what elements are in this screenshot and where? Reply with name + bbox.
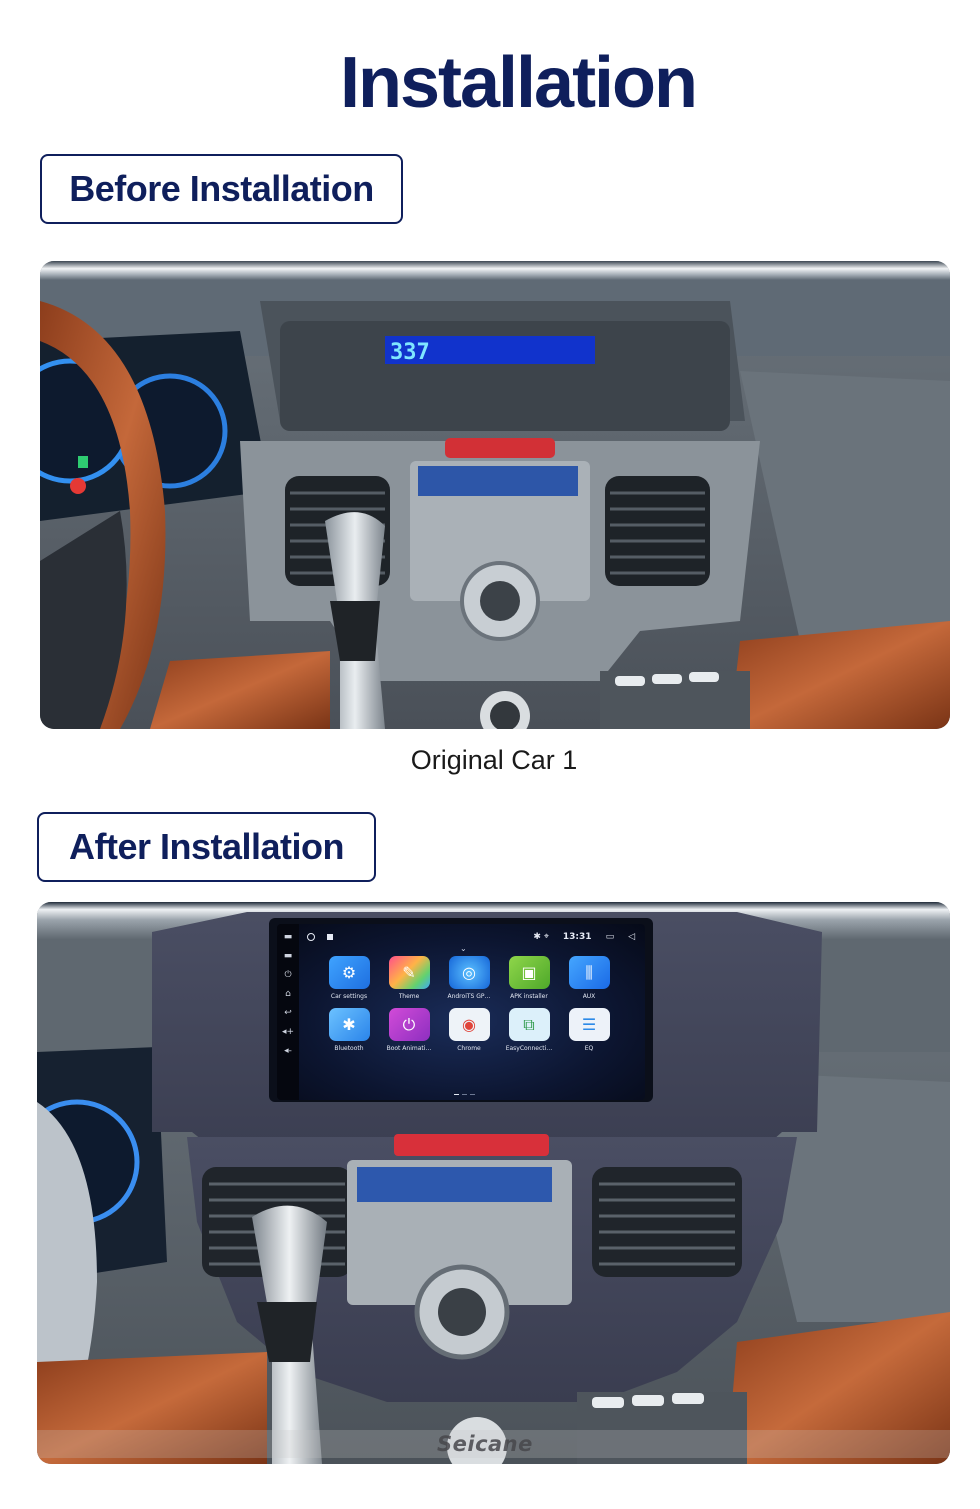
app-grid: ⚙ Car settings ✎ Theme ◎ AndroiTS GP… ▣ … [319,956,619,1052]
app-theme[interactable]: ✎ Theme [379,956,439,1000]
app-label: EasyConnecti… [505,1045,553,1052]
bluetooth-icon: ✱ ⌖ [533,932,549,942]
dash-display-text: 337 [390,340,430,365]
chrome-icon: ◉ [448,1008,490,1041]
page-dot[interactable] [470,1094,475,1095]
app-car-settings[interactable]: ⚙ Car settings [319,956,379,1000]
status-time: 13:31 [562,932,592,942]
apk-installer-icon: ▣ [508,956,550,989]
recent-apps-icon[interactable]: ▭ [606,932,615,942]
app-apk-installer[interactable]: ▣ APK installer [499,956,559,1000]
status-bar: ✱ ⌖ 13:31 ▭ ◁ [307,930,635,944]
seicane-watermark: Seicane [437,1432,533,1456]
page-dot[interactable] [454,1094,459,1095]
home-circle-icon[interactable] [307,933,315,941]
eq-icon: ☰ [568,1008,610,1041]
theme-icon: ✎ [388,956,430,989]
app-label: AUX [582,993,596,1000]
before-installation-label: Before Installation [40,154,403,224]
app-label: Bluetooth [334,1045,364,1052]
gallery-icon [327,934,333,940]
easyconnection-icon: ⧉ [508,1008,550,1041]
original-car-photo: 337 [40,261,950,729]
mic-icon[interactable]: ▬ [284,932,293,942]
app-label: Boot Animati… [386,1045,432,1052]
app-gps[interactable]: ◎ AndroiTS GP… [439,956,499,1000]
back-nav-icon[interactable]: ◁ [628,932,635,942]
power-icon[interactable]: ⏻ [284,970,291,980]
app-aux[interactable]: ⫼ AUX [559,956,619,1000]
volume-down-icon[interactable]: ◂- [284,1046,292,1056]
bluetooth-app-icon: ✱ [328,1008,370,1041]
app-label: Chrome [457,1045,481,1052]
photo-caption: Original Car 1 [410,745,578,775]
aux-icon: ⫼ [568,956,610,989]
rst-icon[interactable]: ▬ [284,951,293,961]
installed-head-unit-photo: Seicane ▬ ▬ ⏻ ⌂ ↩ ◂+ ◂- ✱ ⌖ 13:31 ▭ ◁ ⌄ [37,902,950,1464]
app-bluetooth[interactable]: ✱ Bluetooth [319,1008,379,1052]
app-label: APK installer [510,993,548,1000]
volume-up-icon[interactable]: ◂+ [282,1027,294,1037]
gps-icon: ◎ [448,956,490,989]
app-label: Theme [398,993,420,1000]
boot-animation-icon: ⏻ [388,1008,430,1041]
app-easyconnection[interactable]: ⧉ EasyConnecti… [499,1008,559,1052]
back-icon[interactable]: ↩ [284,1008,292,1018]
chevron-down-icon[interactable]: ⌄ [460,944,467,953]
app-boot-animation[interactable]: ⏻ Boot Animati… [379,1008,439,1052]
head-unit-side-buttons: ▬ ▬ ⏻ ⌂ ↩ ◂+ ◂- [277,924,299,1100]
head-unit-screen[interactable]: ▬ ▬ ⏻ ⌂ ↩ ◂+ ◂- ✱ ⌖ 13:31 ▭ ◁ ⌄ ⚙ Car se… [277,924,645,1100]
page-title: Installation [339,43,698,123]
car-settings-icon: ⚙ [328,956,370,989]
app-label: Car settings [330,993,368,1000]
page-dot[interactable] [462,1094,467,1095]
app-chrome[interactable]: ◉ Chrome [439,1008,499,1052]
app-label: EQ [584,1045,594,1052]
app-label: AndroiTS GP… [447,993,491,1000]
page-indicator [454,1094,475,1095]
after-installation-label: After Installation [37,812,376,882]
home-icon[interactable]: ⌂ [285,989,291,999]
app-eq[interactable]: ☰ EQ [559,1008,619,1052]
